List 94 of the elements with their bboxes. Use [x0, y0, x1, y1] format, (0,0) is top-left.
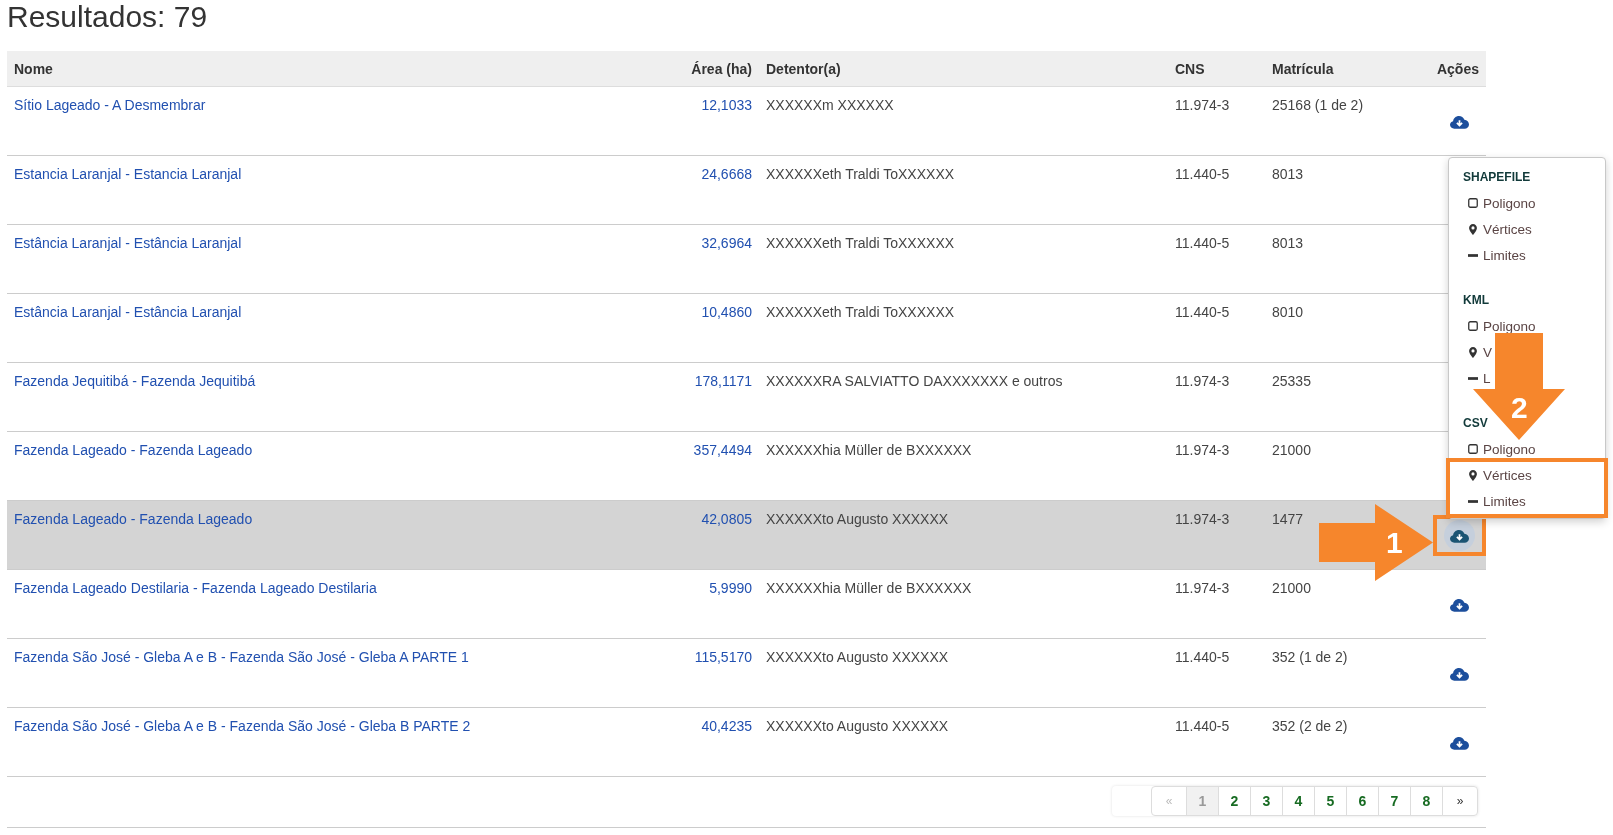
registration-number: 21000 [1272, 580, 1311, 596]
cloud-download-icon [1450, 114, 1469, 129]
property-name-link[interactable]: Estancia Laranjal - Estancia Laranjal [14, 166, 242, 182]
holder-name: XXXXXXeth Traldi ToXXXXXX [766, 166, 955, 182]
page-button[interactable]: 3 [1250, 786, 1283, 816]
page-button[interactable]: 7 [1378, 786, 1411, 816]
area-value: 5,9990 [709, 580, 752, 596]
cns-code: 11.974-3 [1175, 373, 1230, 389]
property-name-link[interactable]: Fazenda Jequitibá - Fazenda Jequitibá [14, 373, 256, 389]
menu-item[interactable]: Limites [1468, 247, 1526, 263]
holder-name: XXXXXXRA SALVIATTO DAXXXXXXX e outros [766, 373, 1063, 389]
property-name-link[interactable]: Fazenda Lageado - Fazenda Lageado [14, 442, 253, 458]
dash-icon [1468, 253, 1478, 257]
cloud-download-icon [1450, 528, 1469, 543]
holder-name: XXXXXXto Augusto XXXXXX [766, 511, 949, 527]
registration-number: 352 (1 de 2) [1272, 649, 1348, 665]
area-value: 40,4235 [701, 718, 752, 734]
map-pin-icon [1469, 223, 1477, 235]
next-page-button[interactable]: » [1442, 786, 1478, 816]
column-header: Matrícula [1272, 60, 1334, 77]
area-value: 178,1171 [694, 373, 752, 389]
holder-name: XXXXXXeth Traldi ToXXXXXX [766, 235, 955, 251]
column-header: Detentor(a) [766, 60, 841, 77]
cns-code: 11.440-5 [1175, 718, 1230, 734]
registration-number: 352 (2 de 2) [1272, 718, 1348, 734]
property-name-link[interactable]: Fazenda Lageado Destilaria - Fazenda Lageado Destilaria [14, 580, 377, 596]
area-value: 24,6668 [701, 166, 752, 182]
registration-number: 21000 [1272, 442, 1311, 458]
property-name-link[interactable]: Sítio Lageado - A Desmembrar [14, 97, 206, 113]
column-header: Nome [14, 60, 53, 77]
registration-number: 25335 [1272, 373, 1311, 389]
dash-icon [1468, 376, 1478, 380]
registration-number: 25168 (1 de 2) [1272, 97, 1364, 113]
property-name-link[interactable]: Fazenda São José - Gleba A e B - Fazenda São José - Gleba B PARTE 2 [14, 718, 471, 734]
area-value: 42,0805 [701, 511, 752, 527]
menu-item[interactable]: Poligono [1468, 441, 1536, 457]
page-button[interactable]: 4 [1282, 786, 1315, 816]
cns-code: 11.440-5 [1175, 235, 1230, 251]
holder-name: XXXXXXto Augusto XXXXXX [766, 718, 949, 734]
map-pin-icon [1469, 469, 1477, 481]
menu-item[interactable]: Poligono [1468, 195, 1536, 211]
holder-name: XXXXXXhia Müller de BXXXXXX [766, 442, 972, 458]
menu-item[interactable]: Limites [1468, 493, 1526, 509]
page-button[interactable]: 8 [1410, 786, 1443, 816]
column-header: Ações [1436, 60, 1479, 77]
menu-item[interactable]: Vértices [1468, 221, 1532, 237]
menu-item[interactable]: Vértices [1468, 467, 1532, 483]
property-name-link[interactable]: Estância Laranjal - Estância Laranjal [14, 304, 242, 320]
area-value: 32,6964 [701, 235, 752, 251]
area-value: 10,4860 [701, 304, 752, 320]
menu-item[interactable]: Poligono [1468, 318, 1536, 334]
map-pin-icon [1469, 346, 1477, 358]
page-button[interactable]: 5 [1314, 786, 1347, 816]
property-name-link[interactable]: Fazenda Lageado - Fazenda Lageado [14, 511, 253, 527]
cns-code: 11.974-3 [1175, 97, 1230, 113]
page-button[interactable]: 6 [1346, 786, 1379, 816]
menu-item[interactable]: V [1468, 344, 1492, 360]
square-icon [1468, 444, 1478, 454]
cns-code: 11.440-5 [1175, 649, 1230, 665]
menu-section-title: KML [1463, 293, 1489, 307]
registration-number: 8013 [1272, 166, 1304, 182]
cns-code: 11.440-5 [1175, 166, 1230, 182]
download-button[interactable] [1444, 520, 1475, 551]
column-header: Área (ha) [691, 60, 752, 77]
menu-item[interactable]: L [1468, 370, 1491, 386]
holder-name: XXXXXXm XXXXXX [766, 97, 894, 113]
callout-number: 2 [1511, 393, 1528, 423]
callout-number: 1 [1386, 528, 1403, 558]
holder-name: XXXXXXhia Müller de BXXXXXX [766, 580, 972, 596]
page-button[interactable]: 2 [1218, 786, 1251, 816]
area-value: 115,5170 [694, 649, 752, 665]
cns-code: 11.440-5 [1175, 304, 1230, 320]
holder-name: XXXXXXto Augusto XXXXXX [766, 649, 949, 665]
results-heading: Resultados: 79 [7, 0, 208, 34]
square-icon [1468, 198, 1478, 208]
area-value: 357,4494 [693, 442, 752, 458]
cloud-download-icon [1450, 735, 1469, 750]
cloud-download-icon [1450, 666, 1469, 681]
cloud-download-icon [1450, 597, 1469, 612]
area-value: 12,1033 [701, 97, 752, 113]
dash-icon [1468, 499, 1478, 503]
holder-name: XXXXXXeth Traldi ToXXXXXX [766, 304, 955, 320]
cns-code: 11.974-3 [1175, 442, 1230, 458]
registration-number: 8013 [1272, 235, 1304, 251]
square-icon [1468, 321, 1478, 331]
registration-number: 8010 [1272, 304, 1304, 320]
column-header: CNS [1175, 60, 1205, 77]
cns-code: 11.974-3 [1175, 580, 1230, 596]
property-name-link[interactable]: Fazenda São José - Gleba A e B - Fazenda São José - Gleba A PARTE 1 [14, 649, 469, 665]
menu-section-title: CSV [1463, 416, 1488, 430]
menu-section-title: SHAPEFILE [1463, 170, 1531, 184]
property-name-link[interactable]: Estância Laranjal - Estância Laranjal [14, 235, 242, 251]
registration-number: 1477 [1272, 511, 1304, 527]
cns-code: 11.974-3 [1175, 511, 1230, 527]
